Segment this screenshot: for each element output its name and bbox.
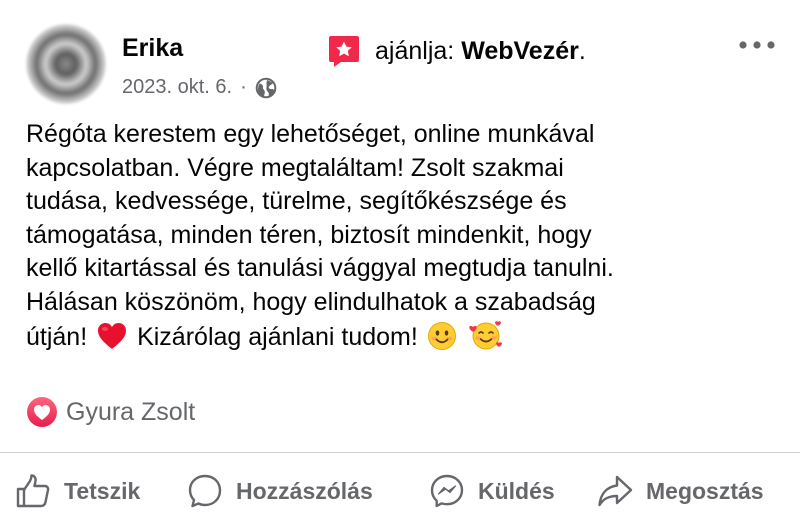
author-name[interactable]: Erika [122,34,183,63]
recommend-label: ajánlja: WebVezér. [375,36,586,65]
share-button[interactable]: Megosztás [596,466,764,516]
reaction-summary[interactable]: Gyura Zsolt [26,396,195,428]
love-reaction-icon [27,397,57,427]
post-body-line: Régóta kerestem egy lehetőséget, online … [26,120,595,148]
globe-icon[interactable] [255,77,277,99]
post-body-line: tudása, kedvessége, türelme, segítőkészs… [26,187,567,215]
avatar[interactable] [26,24,106,104]
messenger-icon [430,474,464,508]
post-body-line: Hálásan köszönöm, hogy elindulhatok a sz… [26,287,596,316]
share-arrow-icon [598,475,633,507]
divider [0,452,800,453]
post-meta: 2023. okt. 6. · [122,76,277,99]
post-body-line: kapcsolatban. Végre megtaláltam! Zsolt s… [26,153,564,182]
like-button[interactable]: Tetszik [14,466,140,516]
comment-button[interactable]: Hozzászólás [186,466,373,516]
thumbs-up-icon [16,474,50,508]
smiling-face-emoji [427,322,456,350]
more-dots-icon[interactable] [737,38,777,52]
post-body-line: kellő kitartással és tanulási vággyal me… [26,254,614,282]
send-button[interactable]: Küldés [428,466,555,516]
meta-separator: · [240,76,247,98]
recommend-star-icon [329,36,359,67]
recommendation: ajánlja: WebVezér. [327,34,586,68]
post-date[interactable]: 2023. okt. 6. [122,76,232,99]
action-bar: Tetszik Hozzászólás Küldés Megosztás [0,466,800,516]
recommended-page-link[interactable]: WebVezér [461,37,579,65]
reactor-name: Gyura Zsolt [66,397,196,426]
comment-bubble-icon [188,474,222,508]
post-body-line: támogatása, minden téren, biztosít minde… [26,220,592,249]
smiling-face-with-hearts-emoji [468,321,502,350]
red-heart-emoji [98,323,127,349]
post-body: Régóta kerestem egy lehetőséget, online … [26,118,786,355]
post-body-line-last: útján! Kizárólag ajánlani tudom! [26,319,786,355]
